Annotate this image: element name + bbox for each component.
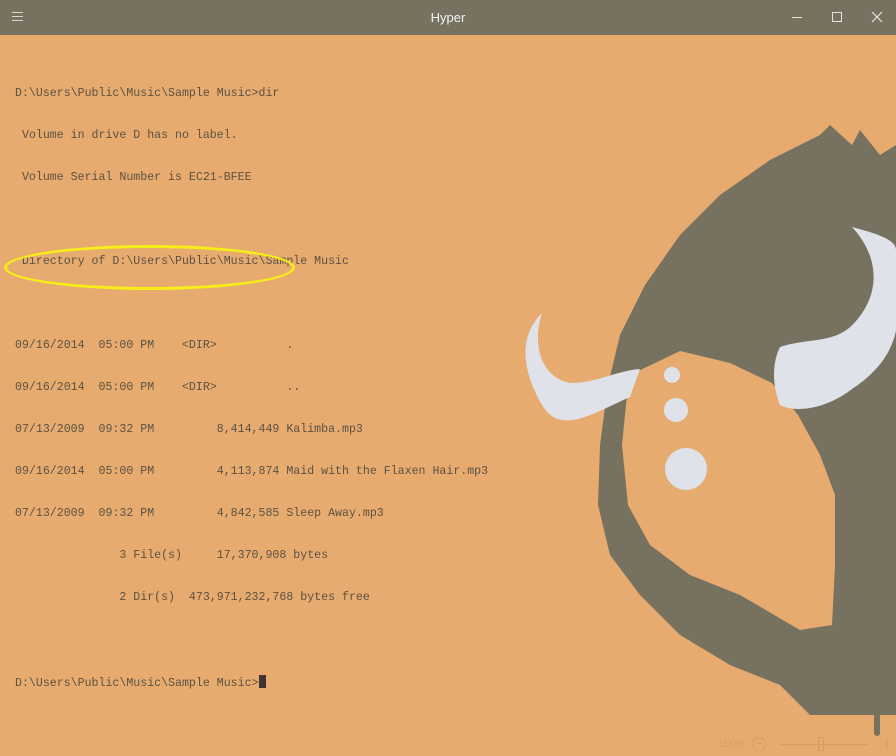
title-bar: Hyper <box>0 0 896 35</box>
zoom-level-label: 100% <box>718 738 747 750</box>
terminal-line: Directory of D:\Users\Public\Music\Sampl… <box>15 255 349 268</box>
zoom-slider-track[interactable] <box>780 744 868 745</box>
terminal-line: 09/16/2014 05:00 PM <DIR> . <box>15 339 294 352</box>
terminal-line: 07/13/2009 09:32 PM 8,414,449 Kalimba.mp… <box>15 423 363 436</box>
hamburger-menu-icon[interactable] <box>10 9 26 25</box>
zoom-in-icon[interactable] <box>880 737 894 751</box>
maximize-button[interactable] <box>826 6 848 28</box>
minimize-icon <box>792 17 802 18</box>
maximize-icon <box>832 12 842 22</box>
yak-dot-large <box>665 448 707 490</box>
terminal-prompt: D:\Users\Public\Music\Sample Music> <box>15 677 259 690</box>
zoom-out-icon[interactable] <box>752 737 766 751</box>
minimize-button[interactable] <box>786 6 808 28</box>
terminal-line: 07/13/2009 09:32 PM 4,842,585 Sleep Away… <box>15 507 384 520</box>
terminal-prompt-line[interactable]: D:\Users\Public\Music\Sample Music> <box>15 675 615 690</box>
window-title: Hyper <box>430 10 466 25</box>
terminal-line: Volume in drive D has no label. <box>15 129 238 142</box>
terminal-line: 09/16/2014 05:00 PM 4,113,874 Maid with … <box>15 465 489 478</box>
status-bar: 100% <box>0 734 896 755</box>
vertical-scrollbar[interactable] <box>874 598 880 736</box>
terminal-output[interactable]: D:\Users\Public\Music\Sample Music>dir V… <box>15 59 615 703</box>
terminal-line: 3 File(s) 17,370,908 bytes <box>15 549 329 562</box>
terminal-line: Volume Serial Number is EC21-BFEE <box>15 171 252 184</box>
terminal-line: 2 Dir(s) 473,971,232,768 bytes free <box>15 591 370 604</box>
yak-dot-medium <box>664 398 688 422</box>
close-icon <box>871 11 883 23</box>
terminal-line: 09/16/2014 05:00 PM <DIR> .. <box>15 381 301 394</box>
yak-dot-small <box>664 367 680 383</box>
close-button[interactable] <box>866 6 888 28</box>
zoom-slider-thumb[interactable] <box>818 737 824 751</box>
terminal-line: D:\Users\Public\Music\Sample Music>dir <box>15 87 280 100</box>
text-cursor <box>258 675 266 688</box>
